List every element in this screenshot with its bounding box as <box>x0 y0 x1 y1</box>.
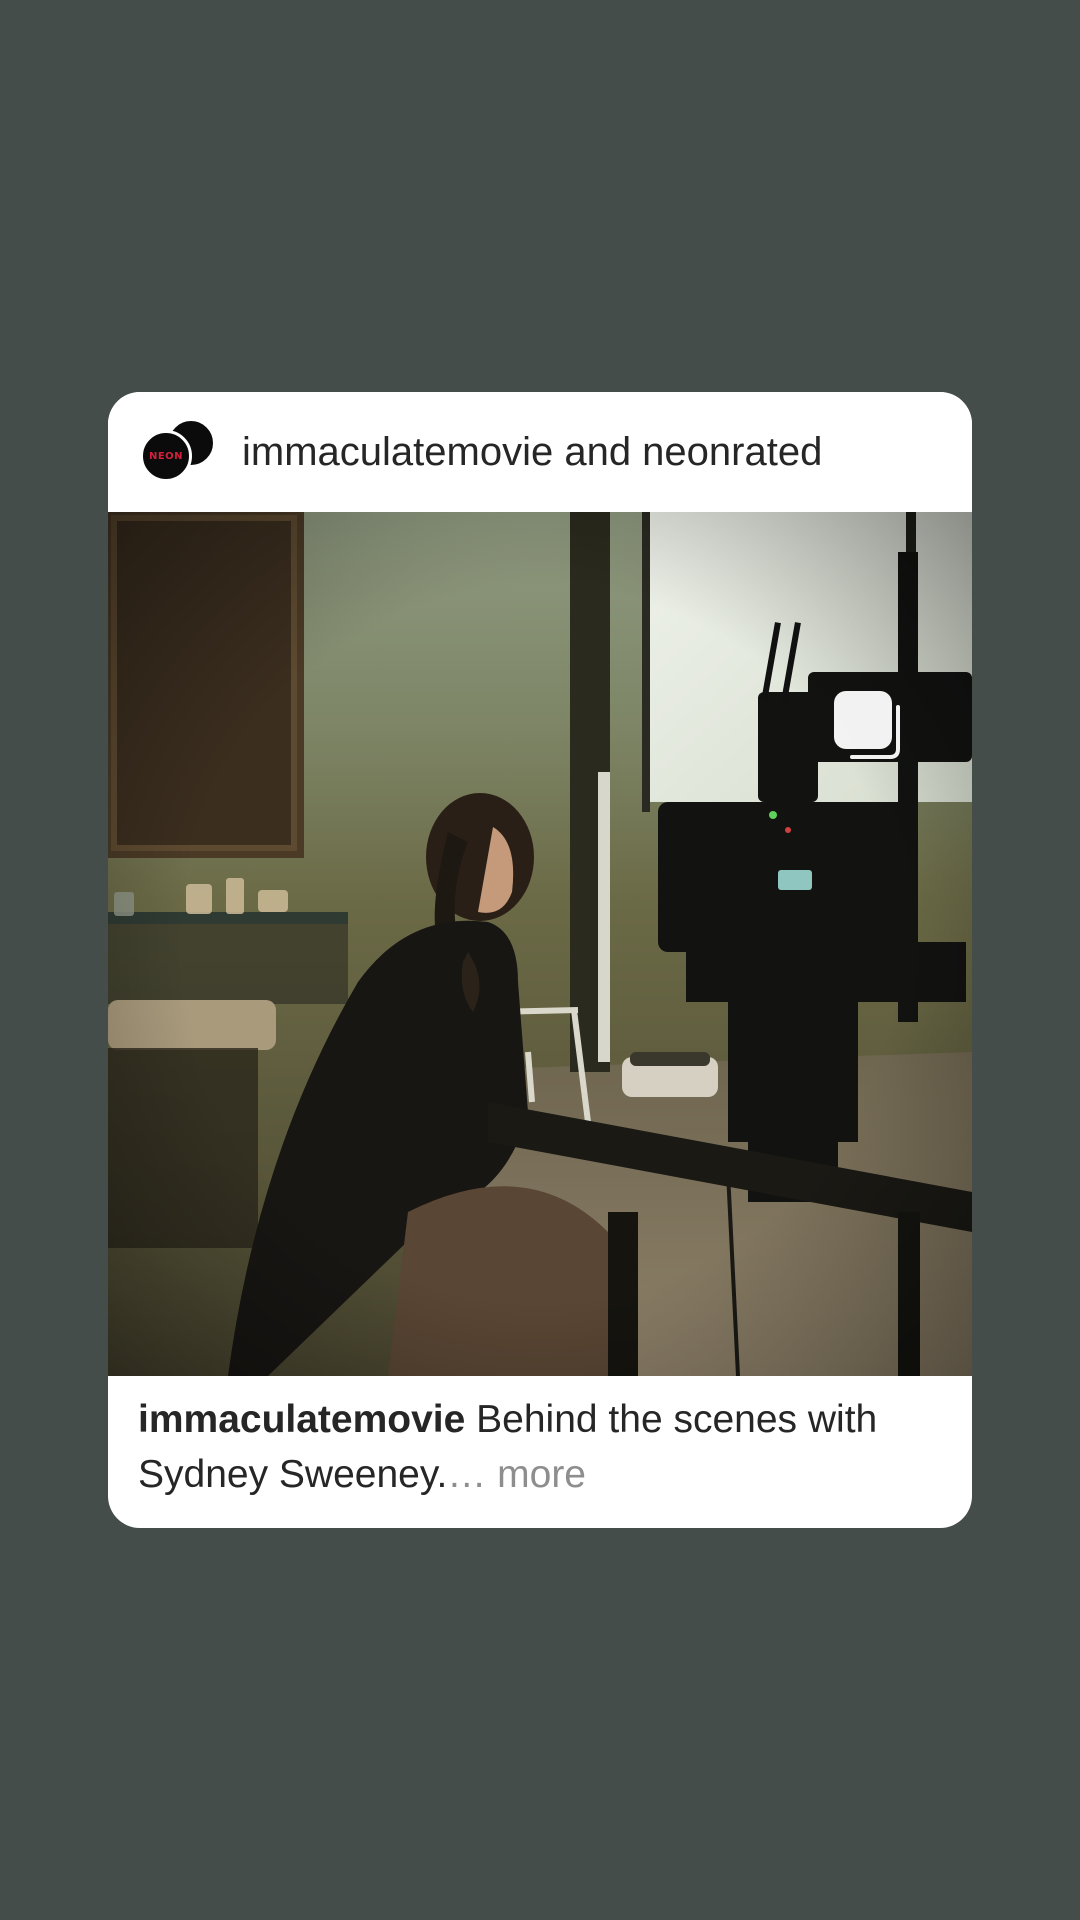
post-caption: immaculatemovie Behind the scenes with S… <box>138 1392 948 1502</box>
avatar-immaculatemovie: NEON <box>140 430 192 482</box>
shared-post-card[interactable]: NEON immaculatemovie and neonrated immac… <box>108 392 972 1528</box>
story-background: NEON immaculatemovie and neonrated immac… <box>0 0 1080 1920</box>
collab-avatars: NEON <box>140 418 218 490</box>
carousel-icon <box>834 691 900 759</box>
caption-username[interactable]: immaculatemovie <box>138 1398 465 1441</box>
post-photo[interactable] <box>108 512 972 1376</box>
caption-more-link[interactable]: more <box>497 1453 586 1496</box>
neon-logo: NEON <box>148 450 184 462</box>
post-header: NEON immaculatemovie and neonrated <box>108 392 972 512</box>
caption-ellipsis: … <box>447 1453 487 1496</box>
behind-the-scenes-photo <box>108 512 972 1376</box>
post-accounts[interactable]: immaculatemovie and neonrated <box>242 392 822 512</box>
